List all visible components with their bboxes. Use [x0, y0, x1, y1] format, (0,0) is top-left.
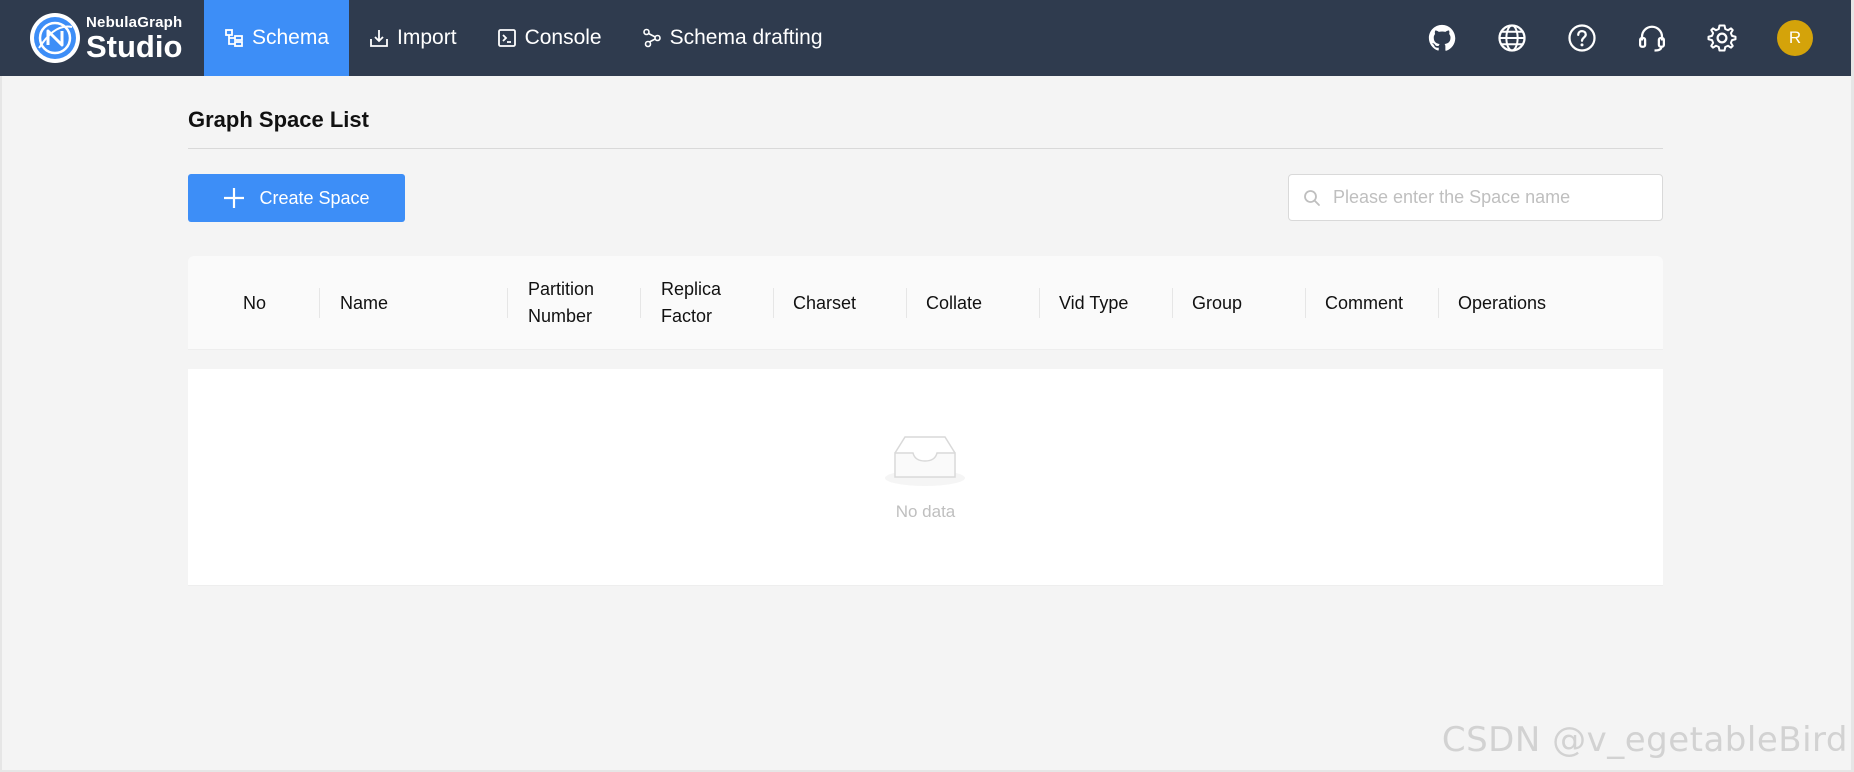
nav-console-label: Console [524, 26, 602, 49]
column-divider [1172, 288, 1173, 318]
create-space-label: Create Space [259, 187, 370, 208]
nav-import[interactable]: Import [349, 0, 477, 76]
col-charset-label: Charset [793, 292, 857, 313]
import-icon [370, 30, 388, 47]
col-no-label: No [243, 292, 267, 313]
table-body: No data [188, 369, 1663, 586]
nav-schema[interactable]: Schema [204, 0, 350, 76]
col-group-label: Group [1192, 292, 1243, 313]
col-replica-label-1: Replica [661, 279, 722, 299]
col-comment[interactable]: Comment [1325, 256, 1403, 350]
brand-product: Studio [86, 28, 183, 64]
nav-console[interactable]: Console [477, 0, 622, 76]
column-divider [319, 288, 320, 318]
col-operations-label: Operations [1458, 292, 1547, 313]
console-icon [497, 29, 516, 47]
user-avatar[interactable]: R [1777, 20, 1813, 56]
nav-schema-drafting-label: Schema drafting [669, 26, 823, 49]
col-partition-label-1: Partition [528, 279, 595, 299]
brand-name: NebulaGraph [86, 13, 183, 31]
schema-drafting-icon [642, 28, 661, 48]
help-icon [1568, 24, 1596, 52]
column-divider [773, 288, 774, 318]
column-divider [640, 288, 641, 318]
schema-tree-icon [225, 29, 243, 47]
col-partition-label-2: Number [528, 306, 593, 326]
settings-button[interactable] [1707, 23, 1737, 53]
header-tools: R [1427, 0, 1813, 76]
help-button[interactable] [1567, 23, 1597, 53]
main-nav: Schema Import Console Schema drafting [204, 0, 843, 76]
empty-inbox-icon [885, 436, 965, 486]
col-comment-label: Comment [1325, 292, 1404, 313]
col-replica-factor[interactable]: Replica Factor [661, 256, 721, 350]
globe-icon [1498, 24, 1526, 52]
column-divider [1039, 288, 1040, 318]
column-divider [507, 288, 508, 318]
col-vid-type[interactable]: Vid Type [1059, 256, 1128, 350]
headset-icon [1639, 25, 1665, 52]
space-search-box[interactable] [1288, 174, 1663, 221]
plus-icon [224, 188, 245, 208]
nav-import-label: Import [397, 26, 457, 49]
top-navigation-bar: NebulaGraph Studio Schema Import Console… [0, 0, 1851, 76]
col-collate-label: Collate [926, 292, 983, 313]
github-icon [1428, 24, 1456, 51]
watermark: CSDN @v_egetableBird [1441, 720, 1848, 760]
col-partition-number[interactable]: Partition Number [528, 256, 594, 350]
col-name[interactable]: Name [340, 256, 388, 350]
create-space-button[interactable]: Create Space [188, 174, 405, 222]
nav-schema-label: Schema [252, 26, 330, 49]
col-name-label: Name [340, 292, 389, 313]
table-header: No Name Partition Number Replica Factor … [188, 256, 1663, 350]
gear-icon [1707, 24, 1737, 52]
search-icon [1304, 189, 1320, 206]
github-button[interactable] [1427, 23, 1457, 53]
column-divider [906, 288, 907, 318]
column-divider [1305, 288, 1306, 318]
title-divider [188, 148, 1663, 149]
col-replica-label-2: Factor [661, 306, 713, 326]
page-title: Graph Space List [188, 107, 369, 132]
col-no[interactable]: No [243, 256, 266, 350]
col-vid-type-label: Vid Type [1059, 292, 1129, 313]
nav-schema-drafting[interactable]: Schema drafting [622, 0, 843, 76]
support-button[interactable] [1637, 23, 1667, 53]
search-input[interactable] [1333, 187, 1653, 208]
language-button[interactable] [1497, 23, 1527, 53]
col-operations[interactable]: Operations [1458, 256, 1546, 350]
column-divider [1438, 288, 1439, 318]
col-collate[interactable]: Collate [926, 256, 982, 350]
col-charset[interactable]: Charset [793, 256, 856, 350]
nebulagraph-logo-icon [30, 13, 80, 63]
col-group[interactable]: Group [1192, 256, 1242, 350]
app-logo[interactable]: NebulaGraph Studio [30, 13, 182, 63]
empty-state-text: No data [895, 502, 956, 521]
